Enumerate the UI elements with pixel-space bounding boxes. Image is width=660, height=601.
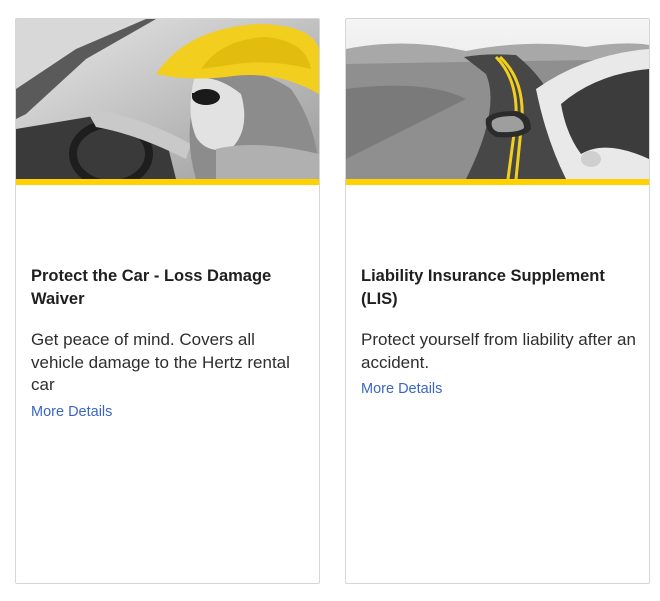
open-road-photo (346, 19, 649, 179)
woman-driving-photo (16, 19, 319, 179)
more-details-link[interactable]: More Details (361, 380, 442, 398)
accent-bar (346, 179, 649, 185)
protection-card-loss-damage-waiver: Protect the Car - Loss Damage Waiver Get… (15, 18, 320, 584)
card-title: Protect the Car - Loss Damage Waiver (31, 267, 272, 308)
card-title: Liability Insurance Supplement (LIS) (361, 267, 605, 308)
card-description: Protect yourself from liability after an… (361, 330, 636, 372)
more-details-link[interactable]: More Details (31, 403, 112, 421)
accent-bar (16, 179, 319, 185)
card-description: Get peace of mind. Covers all vehicle da… (31, 330, 290, 394)
protection-card-liability-insurance: Liability Insurance Supplement (LIS) Pro… (345, 18, 650, 584)
